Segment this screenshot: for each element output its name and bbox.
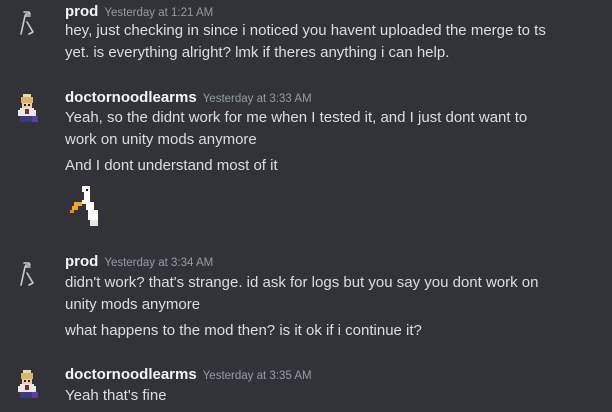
username-text[interactable]: doctornoodlearms (65, 89, 197, 106)
username-text[interactable]: doctornoodlearms (65, 366, 197, 383)
username-text[interactable]: prod (65, 253, 98, 270)
prod-avatar-icon[interactable] (10, 6, 44, 40)
goose-sticker-icon[interactable] (62, 184, 106, 230)
username-text[interactable]: prod (65, 3, 98, 20)
message-timestamp[interactable]: Yesterday at 3:34 AM (104, 257, 213, 269)
username-doctornoodlearms[interactable]: doctornoodlearms Yesterday at 3:33 AM (65, 89, 312, 108)
username-prod[interactable]: prod Yesterday at 1:21 AM (65, 3, 213, 22)
doctornoodlearms-avatar-icon[interactable] (10, 368, 44, 402)
username-doctornoodlearms[interactable]: doctornoodlearms Yesterday at 3:35 AM (65, 366, 312, 385)
message-text: didn't work? that's strange. id ask for … (65, 274, 539, 291)
message-text: work on unity mods anymore (65, 131, 257, 148)
chat-messages: { "messages": [ { "username": "prod", "t… (0, 0, 612, 412)
prod-avatar-icon[interactable] (10, 257, 44, 291)
doctornoodlearms-avatar-icon[interactable] (10, 92, 44, 126)
message-text: hey, just checking in since i noticed yo… (65, 22, 546, 39)
message-timestamp[interactable]: Yesterday at 3:35 AM (203, 370, 312, 382)
message-timestamp[interactable]: Yesterday at 3:33 AM (203, 93, 312, 105)
message-text: Yeah, so the didnt work for me when I te… (65, 109, 528, 126)
message-text: Yeah that's fine (65, 387, 167, 404)
message-text: yet. is everything alright? lmk if there… (65, 44, 450, 61)
message-text: what happens to the mod then? is it ok i… (65, 322, 422, 339)
message-text: unity mods anymore (65, 296, 201, 313)
message-timestamp[interactable]: Yesterday at 1:21 AM (104, 7, 213, 19)
message-text: And I dont understand most of it (65, 157, 278, 174)
username-prod[interactable]: prod Yesterday at 3:34 AM (65, 253, 213, 272)
